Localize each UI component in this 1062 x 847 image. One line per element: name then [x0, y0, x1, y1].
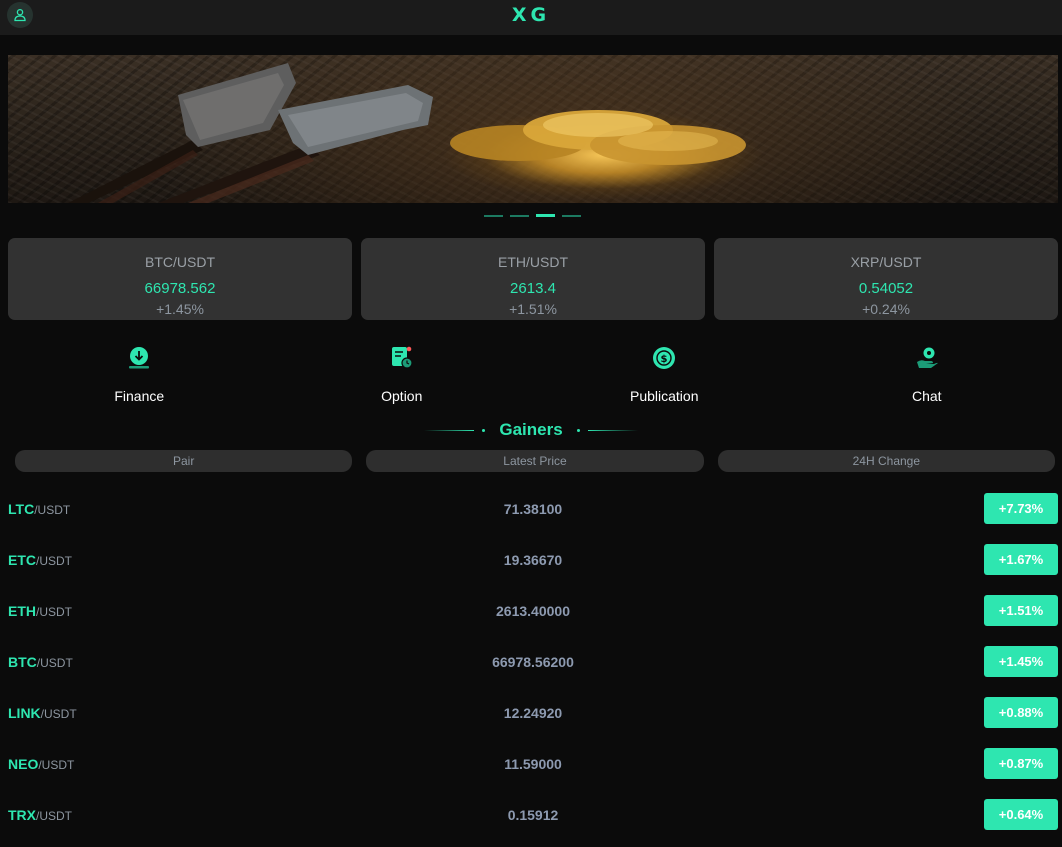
option-document-icon — [391, 346, 413, 369]
menu-label: Publication — [630, 388, 699, 404]
table-row[interactable]: LINK/USDT 12.24920 +0.88% — [0, 687, 1062, 738]
ticker-pair: XRP/USDT — [850, 254, 922, 270]
ticker-pair: BTC/USDT — [145, 254, 215, 270]
pair-quote: /USDT — [36, 655, 73, 670]
table-row[interactable]: ETH/USDT 2613.40000 +1.51% — [0, 585, 1062, 636]
heading-decor-dot — [576, 428, 580, 432]
pair-quote: /USDT — [40, 706, 77, 721]
finance-download-icon — [129, 347, 150, 369]
pair-symbol: ETH/USDT — [8, 603, 72, 619]
change-badge[interactable]: +0.64% — [984, 799, 1058, 830]
ticker-change: +0.24% — [862, 301, 910, 317]
gainers-list: LTC/USDT 71.38100 +7.73% ETC/USDT 19.366… — [0, 483, 1062, 840]
gainers-column-headers: Pair Latest Price 24H Change — [15, 450, 1055, 472]
heading-decor-dot — [482, 428, 486, 432]
column-header-24h-change[interactable]: 24H Change — [717, 450, 1055, 472]
pair-symbol: LTC/USDT — [8, 501, 70, 517]
latest-price: 11.59000 — [504, 755, 562, 772]
ticker-price: 66978.562 — [144, 280, 216, 297]
menu-label: Finance — [114, 388, 165, 404]
pair-quote: /USDT — [34, 502, 71, 517]
menu-item-option[interactable]: Option — [271, 344, 534, 409]
latest-price: 12.24920 — [503, 704, 563, 721]
pair-base: ETH — [8, 602, 36, 619]
svg-text:$: $ — [661, 354, 668, 365]
top-bar: XG — [0, 0, 1062, 35]
ticker-change: +1.51% — [509, 301, 557, 317]
heading-decor-line — [587, 429, 638, 431]
change-badge[interactable]: +1.45% — [984, 646, 1058, 677]
menu-item-finance[interactable]: Finance — [8, 344, 271, 409]
menu-label: Chat — [911, 388, 942, 404]
table-row[interactable]: LTC/USDT 71.38100 +7.73% — [0, 483, 1062, 534]
gainers-title: Gainers — [499, 420, 563, 439]
heading-decor-line — [424, 429, 475, 431]
change-badge[interactable]: +1.51% — [984, 595, 1058, 626]
pair-base: NEO — [8, 755, 39, 772]
pair-quote: /USDT — [36, 604, 72, 619]
publication-coin-icon: $ — [653, 347, 676, 369]
pair-base: TRX — [8, 806, 36, 823]
carousel-dot-active[interactable] — [536, 214, 555, 217]
column-header-pair[interactable]: Pair — [15, 450, 353, 472]
quick-menu: Finance Option $ Publication Chat — [8, 344, 1058, 409]
ticker-card-btc[interactable]: BTC/USDT 66978.562 +1.45% — [8, 238, 352, 320]
column-header-latest-price[interactable]: Latest Price — [366, 450, 704, 472]
carousel-indicators — [484, 214, 581, 218]
ticker-cards: BTC/USDT 66978.562 +1.45% ETH/USDT 2613.… — [8, 238, 1058, 320]
ticker-price: 2613.4 — [510, 280, 556, 297]
latest-price: 66978.56200 — [492, 653, 574, 670]
brand-logo: XG — [511, 4, 551, 26]
banner-illustration — [68, 63, 746, 203]
chat-hand-icon — [916, 347, 938, 368]
change-badge[interactable]: +0.88% — [984, 697, 1058, 728]
pair-base: LINK — [8, 704, 41, 721]
pair-base: LTC — [8, 500, 35, 517]
pair-symbol: NEO/USDT — [8, 756, 74, 772]
latest-price: 0.15912 — [507, 806, 559, 823]
ticker-change: +1.45% — [156, 301, 204, 317]
change-badge[interactable]: +0.87% — [984, 748, 1058, 779]
pair-symbol: TRX/USDT — [8, 807, 72, 823]
pair-base: BTC — [8, 653, 37, 670]
pair-quote: /USDT — [36, 553, 72, 568]
menu-item-publication[interactable]: $ Publication — [533, 344, 796, 409]
table-row[interactable]: BTC/USDT 66978.56200 +1.45% — [0, 636, 1062, 687]
table-row[interactable]: ETC/USDT 19.36670 +1.67% — [0, 534, 1062, 585]
pair-quote: /USDT — [38, 757, 75, 772]
promo-banner[interactable] — [8, 55, 1058, 203]
carousel-dot[interactable] — [510, 215, 529, 217]
ticker-pair: ETH/USDT — [498, 254, 568, 270]
carousel-dot[interactable] — [484, 215, 503, 217]
latest-price: 71.38100 — [503, 500, 563, 517]
table-row[interactable]: NEO/USDT 11.59000 +0.87% — [0, 738, 1062, 789]
pair-base: ETC — [8, 551, 36, 568]
pair-symbol: LINK/USDT — [8, 705, 77, 721]
change-badge[interactable]: +7.73% — [984, 493, 1058, 524]
gainers-heading: Gainers — [0, 418, 1062, 442]
menu-label: Option — [381, 388, 423, 404]
pair-symbol: BTC/USDT — [8, 654, 73, 670]
carousel-dot[interactable] — [562, 215, 581, 217]
latest-price: 2613.40000 — [496, 602, 570, 619]
ticker-card-xrp[interactable]: XRP/USDT 0.54052 +0.24% — [714, 238, 1058, 320]
pair-quote: /USDT — [36, 808, 72, 823]
latest-price: 19.36670 — [503, 551, 563, 568]
ticker-price: 0.54052 — [858, 280, 914, 297]
menu-item-chat[interactable]: Chat — [796, 344, 1059, 409]
table-row[interactable]: TRX/USDT 0.15912 +0.64% — [0, 789, 1062, 840]
pair-symbol: ETC/USDT — [8, 552, 72, 568]
ticker-card-eth[interactable]: ETH/USDT 2613.4 +1.51% — [361, 238, 705, 320]
change-badge[interactable]: +1.67% — [984, 544, 1058, 575]
